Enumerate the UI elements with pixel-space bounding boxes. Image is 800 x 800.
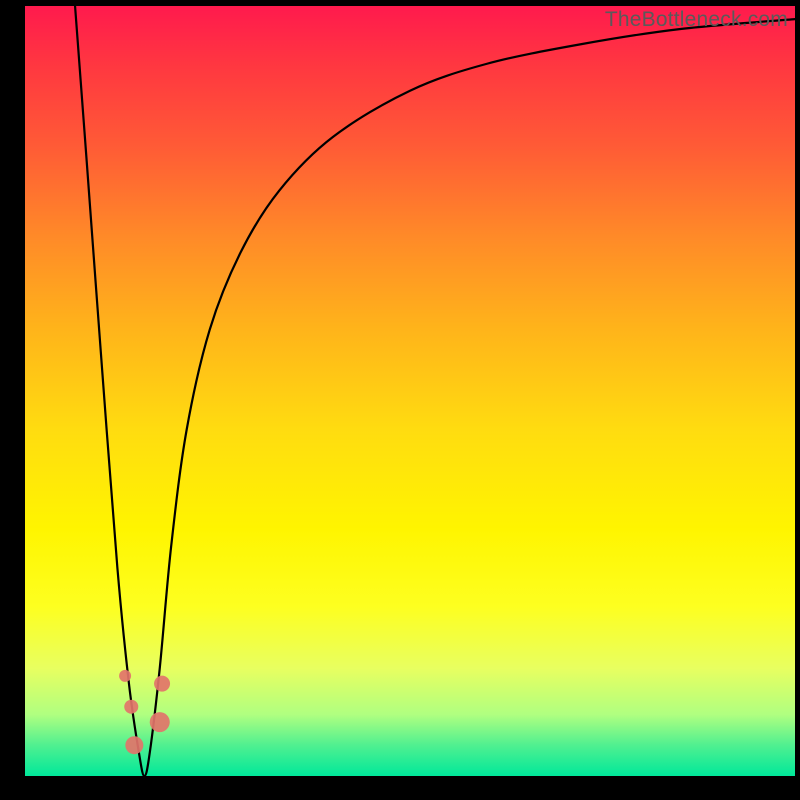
point-c bbox=[125, 736, 143, 754]
watermark: TheBottleneck.com bbox=[605, 8, 788, 32]
marker-group bbox=[119, 670, 170, 754]
chart-svg bbox=[25, 6, 795, 776]
point-e bbox=[154, 676, 170, 692]
point-d bbox=[150, 712, 170, 732]
bottleneck-curve bbox=[75, 6, 795, 776]
plot-area bbox=[25, 6, 795, 776]
point-b bbox=[124, 700, 138, 714]
chart-container: TheBottleneck.com bbox=[0, 0, 800, 800]
point-a bbox=[119, 670, 131, 682]
